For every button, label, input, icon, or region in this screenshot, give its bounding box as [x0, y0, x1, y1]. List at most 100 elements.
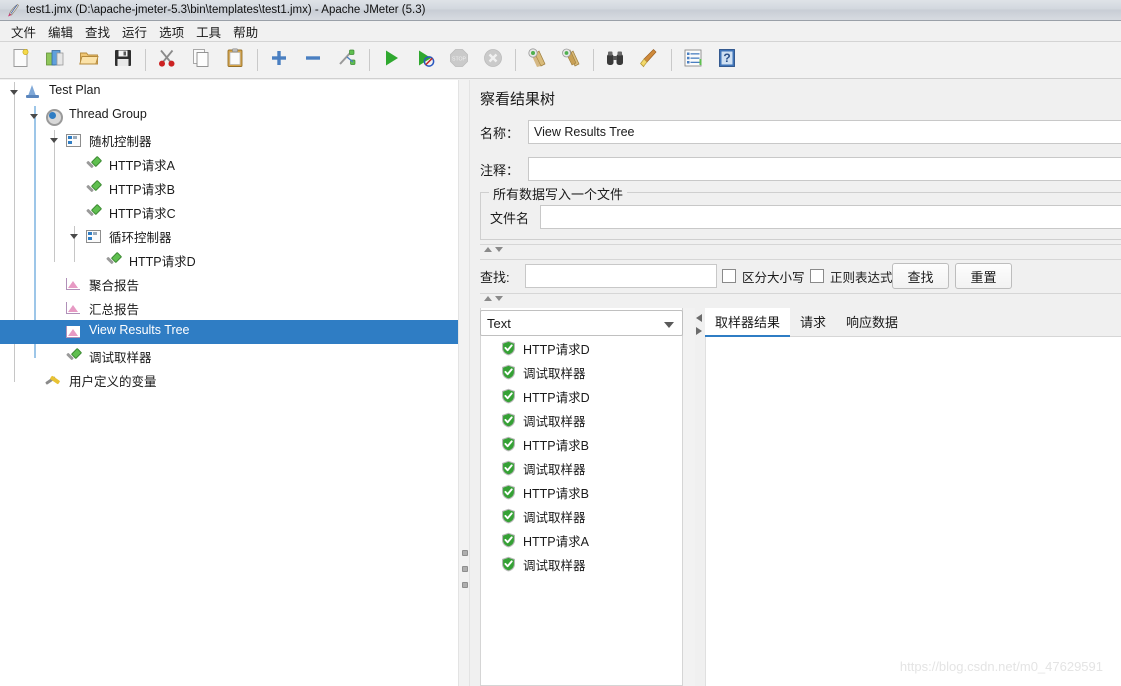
save-button[interactable] — [108, 45, 138, 75]
tab-content-area[interactable] — [705, 337, 1121, 686]
tab-response-data[interactable]: 响应数据 — [836, 308, 908, 336]
start-button[interactable] — [376, 45, 406, 75]
search-input[interactable] — [525, 264, 717, 288]
result-list-item[interactable]: 调试取样器 — [481, 504, 682, 528]
tree-node-summary-report[interactable]: 汇总报告 — [0, 296, 458, 320]
case-sensitive-row[interactable]: 区分大小写 — [722, 264, 805, 288]
window-title: test1.jmx (D:\apache-jmeter-5.3\bin\temp… — [26, 4, 426, 16]
tree-node-http-request-d[interactable]: HTTP请求D — [0, 248, 458, 272]
menu-run[interactable]: 运行 — [116, 20, 153, 43]
main-vertical-splitter[interactable] — [458, 80, 470, 686]
chevron-down-icon-combo[interactable] — [664, 322, 674, 328]
result-list-item[interactable]: HTTP请求D — [481, 384, 682, 408]
play-no-timers-icon — [414, 47, 436, 74]
tree-node-label: HTTP请求C — [109, 207, 176, 221]
result-list-item[interactable]: HTTP请求A — [481, 528, 682, 552]
tree-node-loop-controller[interactable]: 循环控制器 — [0, 224, 458, 248]
name-input[interactable]: View Results Tree — [528, 120, 1121, 144]
collapse-all-button[interactable] — [298, 45, 328, 75]
comment-input[interactable] — [528, 157, 1121, 181]
search-reset-button[interactable]: 重置 — [955, 263, 1012, 289]
filename-input[interactable] — [540, 205, 1121, 229]
menu-file[interactable]: 文件 — [5, 20, 42, 43]
open-button[interactable] — [74, 45, 104, 75]
result-list-item[interactable]: 调试取样器 — [481, 408, 682, 432]
menu-help[interactable]: 帮助 — [227, 20, 264, 43]
success-shield-icon — [501, 460, 516, 476]
result-list-item[interactable]: 调试取样器 — [481, 360, 682, 384]
test-plan-icon — [24, 83, 41, 100]
toggle-pin-icon — [336, 47, 358, 74]
results-horizontal-splitter[interactable] — [683, 308, 695, 686]
results-list[interactable]: HTTP请求D 调试取样器 HTTP请求D 调试取样器 HTTP请求B 调试取样器 HTTP… — [481, 336, 682, 576]
result-list-item[interactable]: HTTP请求B — [481, 480, 682, 504]
success-shield-icon — [501, 556, 516, 572]
expand-all-button[interactable] — [264, 45, 294, 75]
test-plan-tree-pane[interactable]: Test Plan Thread Group 随机控制器 HTTP请求A HTTP请求B… — [0, 80, 458, 686]
tree-node-user-defined-variables[interactable]: 用户定义的变量 — [0, 368, 458, 392]
tree-expand-toggle-icon[interactable] — [7, 85, 21, 99]
tab-sampler-result[interactable]: 取样器结果 — [705, 308, 791, 337]
chevron-right-icon[interactable] — [696, 327, 702, 335]
tree-node-http-request-c[interactable]: HTTP请求C — [0, 200, 458, 224]
start-no-timers-button[interactable] — [410, 45, 440, 75]
clear-button[interactable] — [522, 45, 552, 75]
tab-scroll-arrows[interactable] — [695, 310, 705, 338]
case-sensitive-checkbox[interactable] — [722, 269, 736, 283]
search-button[interactable] — [600, 45, 630, 75]
clear-all-button[interactable] — [556, 45, 586, 75]
paste-button[interactable] — [220, 45, 250, 75]
tree-node-debug-sampler[interactable]: 调试取样器 — [0, 344, 458, 368]
tree-node-http-request-b[interactable]: HTTP请求B — [0, 176, 458, 200]
new-button[interactable] — [6, 45, 36, 75]
regexp-row[interactable]: 正则表达式 — [810, 264, 893, 288]
search-submit-button[interactable]: 查找 — [892, 263, 949, 289]
chevron-down-icon[interactable] — [495, 247, 503, 252]
tree-expand-toggle-icon[interactable] — [47, 133, 61, 147]
thread-group-icon — [44, 107, 63, 126]
templates-button[interactable] — [40, 45, 70, 75]
tree-node-label: 随机控制器 — [89, 135, 152, 149]
tree-node-aggregate-report[interactable]: 聚合报告 — [0, 272, 458, 296]
chevron-up-icon-2[interactable] — [484, 296, 492, 301]
cut-button[interactable] — [152, 45, 182, 75]
result-list-item[interactable]: HTTP请求D — [481, 336, 682, 360]
tree-node-test-plan[interactable]: Test Plan — [0, 80, 458, 104]
regexp-checkbox[interactable] — [810, 269, 824, 283]
menu-edit[interactable]: 编辑 — [42, 20, 79, 43]
renderer-combobox[interactable]: Text — [480, 310, 683, 336]
menu-options[interactable]: 选项 — [153, 20, 190, 43]
toggle-button[interactable] — [332, 45, 362, 75]
name-row: 名称： View Results Tree — [480, 120, 1121, 144]
results-list-panel[interactable]: HTTP请求D 调试取样器 HTTP请求D 调试取样器 HTTP请求B 调试取样器 HTTP… — [480, 308, 683, 686]
menu-tools[interactable]: 工具 — [190, 20, 227, 43]
copy-button[interactable] — [186, 45, 216, 75]
new-document-icon — [10, 47, 32, 74]
tree-expand-toggle-icon[interactable] — [27, 109, 41, 123]
tab-request[interactable]: 请求 — [790, 308, 836, 336]
tree-node-random-controller[interactable]: 随机控制器 — [0, 128, 458, 152]
stop-sign-icon: STOP — [448, 47, 470, 74]
log-viewer-button[interactable] — [678, 45, 708, 75]
help-button[interactable]: ? — [712, 45, 742, 75]
chevron-left-icon[interactable] — [696, 314, 702, 322]
tree-node-thread-group[interactable]: Thread Group — [0, 104, 458, 128]
stop-button: STOP — [444, 45, 474, 75]
tree-node-label: 循环控制器 — [109, 231, 172, 245]
result-list-item[interactable]: HTTP请求B — [481, 432, 682, 456]
chevron-down-icon-2[interactable] — [495, 296, 503, 301]
chevron-up-icon[interactable] — [484, 247, 492, 252]
tree-node-view-results-tree[interactable]: View Results Tree — [0, 320, 458, 344]
toolbar-separator-3 — [369, 49, 370, 71]
tree-node-label: 汇总报告 — [89, 303, 140, 317]
result-list-item[interactable]: 调试取样器 — [481, 552, 682, 576]
tree-node-http-request-a[interactable]: HTTP请求A — [0, 152, 458, 176]
collapse-expand-control[interactable] — [484, 247, 503, 252]
menu-search[interactable]: 查找 — [79, 20, 116, 43]
collapse-expand-control-2[interactable] — [484, 296, 503, 301]
success-shield-icon — [501, 412, 516, 428]
splitter-grip[interactable] — [462, 550, 468, 588]
tree-expand-toggle-icon[interactable] — [67, 229, 81, 243]
result-list-item[interactable]: 调试取样器 — [481, 456, 682, 480]
reset-search-button[interactable] — [634, 45, 664, 75]
